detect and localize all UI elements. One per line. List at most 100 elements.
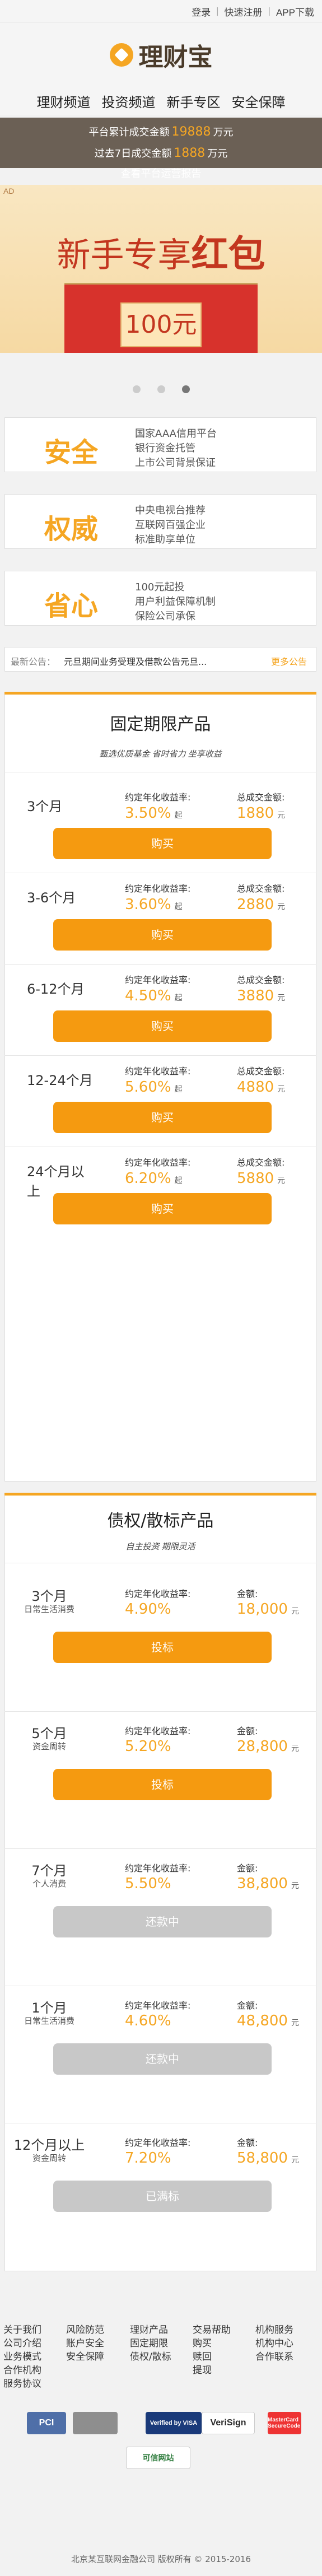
footer-link[interactable]: 机构中心 <box>255 2337 293 2350</box>
rate-value: 4.90% <box>125 1601 171 1618</box>
fixed-section-title: 固定期限产品 <box>110 715 211 734</box>
footer-link[interactable]: 账户安全 <box>66 2337 104 2350</box>
amount-value: 28,800 元 <box>237 1738 299 1755</box>
footer-col-title: 交易帮助 <box>193 2325 231 2336</box>
rate-value: 5.20% <box>125 1738 171 1755</box>
logo[interactable]: 理财宝 <box>0 22 322 87</box>
rate-suffix: 起 <box>174 1085 183 1094</box>
carousel-dot[interactable] <box>132 385 141 393</box>
footer-link[interactable]: 服务协议 <box>3 2377 41 2391</box>
fixed-product-row: 12-24个月 约定年化收益率: 5.60% 起 总成交金额: 4880 元购买 <box>4 1055 316 1147</box>
product-term: 5个月 <box>31 1726 67 1741</box>
rate-value: 3.50% 起 <box>125 805 183 822</box>
separator: | <box>268 6 270 16</box>
feature-card-safe: 安全 国家AAA信用平台 银行资金托管 上市公司背景保证 <box>4 417 316 472</box>
debt-section-title: 债权/散标产品 <box>107 1511 214 1531</box>
footer-col-institution: 机构服务 机构中心 合作联系 <box>255 2323 293 2364</box>
buy-button[interactable]: 购买 <box>53 919 272 951</box>
carousel-dot-active[interactable] <box>181 385 190 393</box>
verisign-logo: VeriSign <box>202 2412 255 2434</box>
logo-icon <box>109 43 133 67</box>
nav-item-invest[interactable]: 投资频道 <box>102 91 156 111</box>
stat-total: 平台累计成交金额 19888 万元 <box>0 124 322 139</box>
buy-button[interactable]: 购买 <box>53 1010 272 1042</box>
app-download-link[interactable]: APP下载 <box>276 4 314 18</box>
feature-line: 上市公司背景保证 <box>135 457 216 469</box>
rate-label: 约定年化收益率: <box>125 1863 191 1874</box>
rate-value: 3.60% 起 <box>125 896 183 913</box>
nav-item-finance[interactable]: 理财频道 <box>37 91 91 111</box>
bid-button[interactable]: 投标 <box>53 1632 272 1663</box>
footer-link[interactable]: 合作联系 <box>255 2350 293 2364</box>
buy-button[interactable]: 购买 <box>53 1102 272 1133</box>
amount-label: 金额: <box>237 2137 258 2148</box>
footer-link[interactable]: 债权/散标 <box>130 2350 171 2364</box>
amount-label: 金额: <box>237 1726 258 1736</box>
fixed-product-row: 3个月 约定年化收益率: 3.50% 起 总成交金额: 1880 元购买 <box>4 781 316 873</box>
nav-item-newbie[interactable]: 新手专区 <box>167 91 221 111</box>
footer-link[interactable]: 固定期限 <box>130 2337 171 2350</box>
feature-line: 用户利益保障机制 <box>135 596 216 608</box>
rate-number: 3.60% <box>125 896 171 913</box>
footer-link[interactable]: 合作机构 <box>3 2364 41 2377</box>
notice-label: 最新公告： <box>11 658 56 667</box>
footer-link[interactable]: 提现 <box>193 2364 231 2377</box>
amount-number: 28,800 <box>237 1738 288 1755</box>
amount-number: 1880 <box>237 805 274 822</box>
stat-week-value: 1888 <box>174 146 206 160</box>
footer-link[interactable]: 业务模式 <box>3 2350 41 2364</box>
debt-section-subtitle: 自主投资 期限灵活 <box>125 1542 195 1552</box>
amount-suffix: 元 <box>277 1085 286 1094</box>
amount-value: 3880 元 <box>237 987 285 1004</box>
pci-badge-logo <box>73 2412 118 2434</box>
product-purpose: 日常生活消费 <box>24 1605 74 1614</box>
logo-text: 理财宝 <box>138 43 213 72</box>
report-link[interactable]: 查看平台运营报告 <box>0 166 322 180</box>
footer-link[interactable]: 安全保障 <box>66 2350 104 2364</box>
amount-value: 2880 元 <box>237 896 285 913</box>
stat-week-label: 过去7日成交金额 <box>94 148 172 160</box>
login-link[interactable]: 登录 <box>192 4 211 18</box>
verified-by-visa-logo: Verified by VISA <box>146 2412 202 2434</box>
buy-button[interactable]: 购买 <box>53 828 272 859</box>
footer-link[interactable]: 公司介绍 <box>3 2337 41 2350</box>
carousel-dot[interactable] <box>157 385 165 393</box>
envelope-amount: 100元 <box>120 302 202 347</box>
amount-suffix: 元 <box>291 1607 299 1616</box>
rate-value: 4.50% 起 <box>125 987 183 1004</box>
footer-col-about: 关于我们 公司介绍 业务模式 合作机构 服务协议 <box>3 2323 41 2391</box>
product-term: 1个月 <box>31 2000 67 2016</box>
product-term: 3个月 <box>31 1589 67 1604</box>
debt-product-row: 1个月 日常生活消费 约定年化收益率: 4.60% 金额: 48,800 元还款中 <box>4 1986 316 2123</box>
amount-number: 5880 <box>237 1170 274 1187</box>
register-link[interactable]: 快速注册 <box>225 4 263 18</box>
top-bar: 登录 | 快速注册 | APP下载 <box>0 0 322 22</box>
footer-link[interactable]: 赎回 <box>193 2350 231 2364</box>
rate-label: 约定年化收益率: <box>125 2137 191 2148</box>
feature-title: 权威 <box>44 514 99 545</box>
more-notices-link[interactable]: 更多公告 <box>271 654 307 668</box>
notice-text[interactable]: 元旦期间业务受理及借款公告元旦... <box>64 654 207 668</box>
rate-label: 约定年化收益率: <box>125 792 191 803</box>
amount-value: 4880 元 <box>237 1079 285 1096</box>
fixed-product-row: 6-12个月 约定年化收益率: 4.50% 起 总成交金额: 3880 元购买 <box>4 964 316 1055</box>
amount-label: 总成交金额: <box>237 1066 285 1077</box>
feature-title: 省心 <box>44 590 99 622</box>
stat-week-unit: 万元 <box>207 148 228 160</box>
amount-label: 总成交金额: <box>237 883 285 894</box>
bid-button[interactable]: 投标 <box>53 1769 272 1800</box>
rate-label: 约定年化收益率: <box>125 1157 191 1168</box>
amount-value: 1880 元 <box>237 805 285 822</box>
footer-col-title: 机构服务 <box>255 2325 293 2336</box>
buy-button[interactable]: 购买 <box>53 1193 272 1224</box>
product-term: 12个月以上 <box>13 2137 85 2153</box>
nav-item-security[interactable]: 安全保障 <box>232 91 286 111</box>
rate-suffix: 起 <box>174 1176 183 1185</box>
banner-title: 新手专享红包 <box>0 224 322 278</box>
banner-title-prefix: 新手专享 <box>57 236 192 275</box>
section-accent-bar <box>4 1493 316 1496</box>
rate-label: 约定年化收益率: <box>125 1066 191 1077</box>
amount-number: 18,000 <box>237 1601 288 1618</box>
amount-label: 金额: <box>237 1863 258 1874</box>
footer-link[interactable]: 购买 <box>193 2337 231 2350</box>
